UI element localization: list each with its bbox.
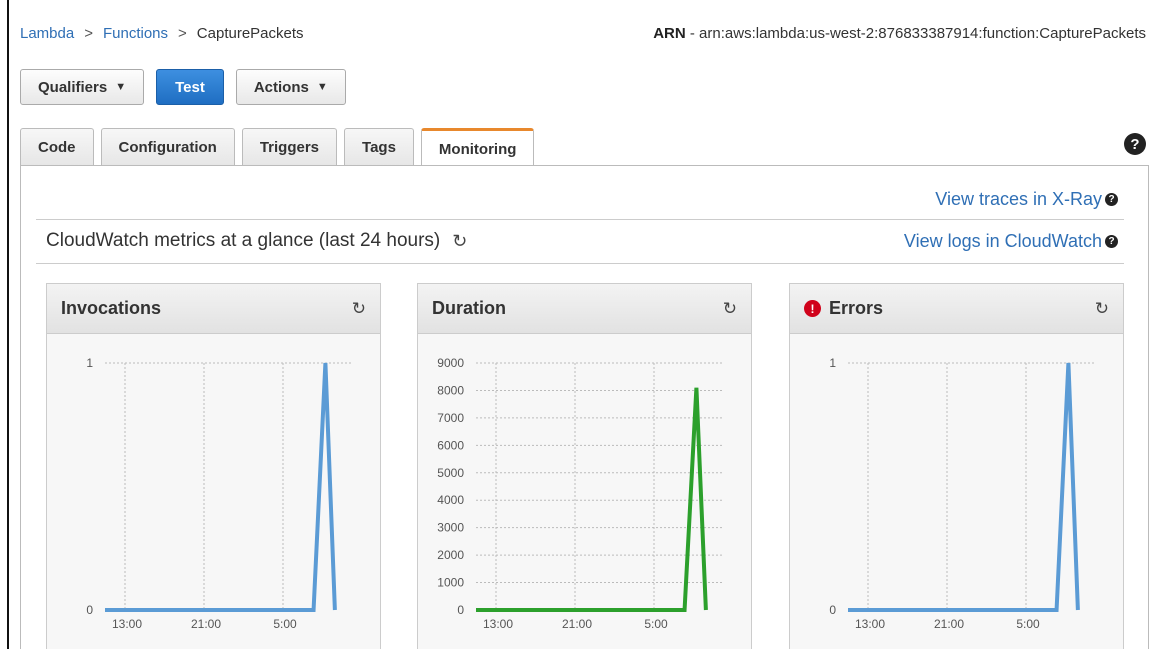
tab-code[interactable]: Code (20, 128, 94, 166)
card-title-wrap: ! Errors (804, 298, 883, 319)
y-tick-label: 8000 (437, 383, 464, 397)
arn-display: ARN - arn:aws:lambda:us-west-2:876833387… (653, 25, 1146, 42)
y-tick-label: 1 (86, 356, 93, 370)
card-header: ! Errors ↻ (790, 284, 1123, 334)
tab-monitoring[interactable]: Monitoring (420, 128, 535, 168)
arn-value: - arn:aws:lambda:us-west-2:876833387914:… (689, 25, 1146, 42)
x-tick-label: 13:00 (855, 617, 885, 631)
caret-down-icon: ▼ (316, 81, 328, 93)
invocations-card: Invocations ↻ 0 1 13:00 21:00 5:00 (46, 283, 381, 649)
y-tick-label: 0 (457, 603, 464, 617)
error-alert-icon: ! (804, 300, 821, 317)
series-line (848, 362, 1080, 612)
y-tick-label: 7000 (437, 411, 464, 425)
breadcrumb-functions[interactable]: Functions (103, 25, 168, 42)
card-title: Invocations (61, 298, 162, 318)
view-xray-link[interactable]: View traces in X-Ray ? (935, 189, 1118, 210)
metrics-heading: CloudWatch metrics at a glance (last 24 … (46, 230, 441, 251)
y-tick-label: 1 (829, 356, 836, 370)
series-line (476, 387, 708, 612)
window-border (7, 0, 9, 649)
help-icon: ? (1105, 235, 1118, 248)
invocations-chart: 0 1 13:00 21:00 5:00 (86, 356, 352, 631)
series-line (105, 362, 337, 612)
card-header: Invocations ↻ (47, 284, 380, 334)
card-title: Duration (432, 298, 506, 318)
breadcrumb: Lambda > Functions > CapturePackets (20, 25, 304, 42)
actions-label: Actions (253, 78, 309, 96)
duration-chart: 0 1000 2000 3000 4000 5000 6000 7000 8000 9000 13:… (437, 356, 723, 631)
tab-configuration[interactable]: Configuration (100, 128, 235, 166)
xray-link-label: View traces in X-Ray (935, 189, 1102, 209)
y-tick-label: 4000 (437, 493, 464, 507)
x-tick-label: 21:00 (934, 617, 964, 631)
arn-label: ARN (653, 25, 686, 42)
y-tick-label: 2000 (437, 548, 464, 562)
x-tick-label: 21:00 (191, 617, 221, 631)
x-tick-label: 13:00 (112, 617, 142, 631)
tab-triggers[interactable]: Triggers (241, 128, 338, 166)
toolbar: Qualifiers ▼ Test Actions ▼ (20, 69, 346, 105)
card-header: Duration ↻ (418, 284, 751, 334)
refresh-icon[interactable]: ↻ (1095, 299, 1109, 319)
actions-button[interactable]: Actions ▼ (235, 69, 346, 105)
errors-card: ! Errors ↻ 0 1 13:00 21:00 5:00 (789, 283, 1124, 649)
x-tick-label: 5:00 (1016, 617, 1040, 631)
duration-card: Duration ↻ 0 1000 2000 3000 4000 5000 6000 7000… (417, 283, 752, 649)
tab-tags[interactable]: Tags (344, 128, 414, 166)
refresh-icon[interactable]: ↻ (452, 231, 467, 252)
qualifiers-button[interactable]: Qualifiers ▼ (20, 69, 145, 105)
y-tick-label: 6000 (437, 438, 464, 452)
x-tick-label: 21:00 (562, 617, 592, 631)
breadcrumb-separator: > (178, 25, 187, 42)
breadcrumb-lambda[interactable]: Lambda (20, 25, 74, 42)
y-tick-label: 0 (86, 603, 93, 617)
qualifiers-label: Qualifiers (38, 78, 108, 96)
errors-chart: 0 1 13:00 21:00 5:00 (829, 356, 1095, 631)
y-tick-label: 0 (829, 603, 836, 617)
divider (36, 219, 1124, 220)
x-tick-label: 13:00 (483, 617, 513, 631)
card-title: Errors (829, 298, 884, 318)
breadcrumb-separator: > (84, 25, 93, 42)
y-tick-label: 3000 (437, 521, 464, 535)
x-tick-label: 5:00 (644, 617, 668, 631)
x-tick-label: 5:00 (273, 617, 297, 631)
cloudwatch-link-label: View logs in CloudWatch (903, 231, 1102, 251)
help-icon: ? (1105, 193, 1118, 206)
divider (36, 263, 1124, 264)
y-tick-label: 1000 (437, 576, 464, 590)
breadcrumb-current: CapturePackets (196, 25, 304, 42)
tab-bar: Code Configuration Triggers Tags Monitor… (20, 128, 535, 168)
view-cloudwatch-link[interactable]: View logs in CloudWatch ? (904, 231, 1118, 252)
refresh-icon[interactable]: ↻ (352, 299, 366, 319)
test-button[interactable]: Test (156, 69, 224, 105)
y-tick-label: 9000 (437, 356, 464, 370)
refresh-icon[interactable]: ↻ (723, 299, 737, 319)
caret-down-icon: ▼ (115, 81, 127, 93)
y-tick-label: 5000 (437, 466, 464, 480)
metrics-header: CloudWatch metrics at a glance (last 24 … (46, 230, 467, 252)
help-icon[interactable]: ? (1124, 133, 1146, 155)
